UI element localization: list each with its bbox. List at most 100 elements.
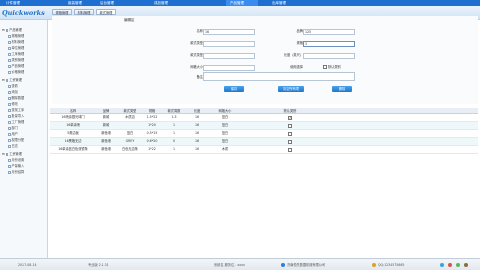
cell-spec: 1.5*22 [146, 115, 158, 119]
sidebar-item-factory[interactable]: 工厂管理 [8, 120, 24, 124]
spec-field[interactable]: 3 [303, 41, 355, 47]
field-label-grid-size: 网格大小 [190, 65, 203, 69]
sidebar-item-add[interactable]: 添加 [8, 90, 18, 94]
style-type-field[interactable] [203, 41, 255, 47]
document-icon [8, 164, 11, 168]
sidebar-item-delete[interactable]: 删除数据 [8, 96, 24, 100]
cell-spec: 1*22 [148, 147, 156, 151]
tab-style-management[interactable]: 款式管理 [96, 9, 116, 15]
cell-style-type: 白色无边条 [122, 147, 138, 151]
document-icon [8, 120, 11, 124]
field-label-style-type: 款式类型 [190, 41, 203, 45]
status-ok-icon[interactable] [456, 263, 460, 267]
row-default-checkbox[interactable] [288, 132, 292, 136]
save-button[interactable]: 保存 [224, 86, 244, 92]
sidebar-item-unit[interactable]: 单位管理 [8, 46, 24, 50]
document-icon [8, 40, 11, 44]
collapse-icon[interactable]: ⊟ [2, 78, 5, 82]
collapse-icon[interactable]: ⊟ [2, 152, 5, 156]
default-category-label: 默认类别 [328, 65, 341, 69]
sidebar-item-month-settlement[interactable]: 月份结算 [8, 170, 24, 174]
table-row[interactable]: 5角边板 新渔港 蓝白 0.5*15 1 16 蓝白 [50, 130, 478, 138]
field-label-remarks: 备注 [196, 75, 203, 79]
sidebar-item-category[interactable]: 类别管理 [8, 58, 24, 62]
delete-button[interactable]: 删除 [332, 86, 352, 92]
length-field[interactable] [303, 53, 355, 59]
sidebar-item-month-settings[interactable]: 月份设置 [8, 158, 24, 162]
cell-brand: 新城 [102, 115, 110, 119]
cell-name: 16喷涂银光球门 [61, 115, 85, 119]
document-icon [8, 102, 11, 106]
cell-brand: 新渔港 [101, 147, 111, 151]
sidebar-group-products[interactable]: ⊟ 产品管理 [2, 28, 22, 32]
sidebar-item-spec[interactable]: 规格管理 [8, 34, 24, 38]
remarks-field[interactable] [203, 72, 355, 81]
sidebar-item-view[interactable]: 查看 [8, 84, 18, 88]
sidebar-item-log[interactable]: 日志 [8, 144, 18, 148]
folder-icon [5, 152, 9, 156]
style-type-field-2[interactable] [203, 53, 255, 59]
cell-spec: 1*20 [148, 123, 156, 127]
sidebar-group-wages[interactable]: ⊟ 工资管理 [2, 78, 22, 82]
cell-style-type: GREY [125, 139, 135, 143]
cell-length: 16 [194, 147, 200, 151]
sidebar-item-output-input[interactable]: 产量输入 [8, 164, 24, 168]
tab-material-management[interactable]: 材料管理 [74, 9, 94, 15]
clear-all-button[interactable]: 清空所有项 [278, 86, 304, 92]
brand-field[interactable]: 125 [303, 29, 355, 35]
sidebar-item-users[interactable]: 用户 [8, 132, 18, 136]
grid-size-field[interactable] [203, 65, 255, 71]
settings-icon[interactable] [464, 263, 468, 267]
field-label-style-type-2: 款式类型 [190, 53, 203, 57]
row-default-checkbox[interactable] [288, 148, 292, 152]
document-icon [8, 84, 11, 88]
cell-spec: 0.6*20 [146, 139, 158, 143]
sidebar-group-wage-mgmt[interactable]: ⊟ 工资管理 [2, 152, 22, 156]
sidebar-item-material[interactable]: 材料管理 [8, 40, 24, 44]
sidebar-item-permissions[interactable]: 权限分配 [8, 138, 24, 142]
table-row[interactable]: 16单涂蓝白色双镜条 新渔港 白色无边条 1*22 1 16 木质 [50, 146, 478, 154]
folder-icon [5, 78, 9, 82]
sidebar-item-price[interactable]: 价格管理 [8, 70, 24, 74]
sidebar-item-edit[interactable]: 修改 [8, 102, 18, 106]
status-company: 济南恒先数据机械有限公司 [287, 263, 326, 267]
cell-grid-size: 蓝白 [221, 123, 229, 127]
document-icon [8, 126, 11, 130]
sidebar-item-import[interactable]: 批量导入 [8, 114, 24, 118]
edit-panel [52, 16, 478, 104]
field-label-length: 长度（英尺） [283, 53, 303, 57]
field-label-usage: 使用选择 [290, 65, 303, 69]
document-icon [8, 70, 11, 74]
cell-style-weeks: 1.5 [171, 115, 177, 119]
sidebar-item-find-process[interactable]: 查找工序 [8, 108, 24, 112]
document-icon [8, 108, 11, 112]
name-field[interactable]: 16 [203, 29, 255, 35]
sidebar-item-product[interactable]: 产品管理 [8, 64, 24, 68]
status-date: 2017-08-14 [18, 263, 37, 267]
document-icon [8, 58, 11, 62]
row-default-checkbox[interactable] [288, 124, 292, 128]
table-row[interactable]: 16单涂喷 新城 1*20 1 16 蓝白 [50, 122, 478, 130]
row-default-checkbox[interactable] [288, 140, 292, 144]
sidebar-tree: ⊟ 产品管理 规格管理 材料管理 单位管理 工序管理 类别管理 产品管理 价格管理… [0, 20, 48, 258]
cell-brand: 新城 [102, 123, 110, 127]
cell-name: 16单涂蓝白色双镜条 [58, 147, 88, 151]
document-icon [8, 90, 11, 94]
collapse-icon[interactable]: ⊟ [2, 28, 5, 32]
cell-grid-size: 木质 [221, 147, 229, 151]
document-icon [8, 96, 11, 100]
row-default-checkbox[interactable] [288, 116, 292, 120]
alert-icon[interactable] [448, 263, 452, 267]
default-category-checkbox[interactable] [323, 65, 327, 69]
document-icon [8, 52, 11, 56]
tab-spec-management[interactable]: 规格管理 [52, 9, 72, 15]
sidebar-item-process[interactable]: 工序管理 [8, 52, 24, 56]
cell-length: 16 [194, 139, 200, 143]
table-row[interactable]: 16喷涂银光球门 新城 木质边 1.5*22 1.5 16 蓝白 [50, 114, 478, 122]
field-label-spec: 规格 [296, 41, 303, 45]
sidebar-item-department[interactable]: 部门 [8, 126, 18, 130]
app-logo: Quickworks [2, 9, 45, 17]
network-icon[interactable] [440, 263, 444, 267]
table-row[interactable]: 16黑格无边 新渔港 GREY 0.6*20 0 16 蓝白 [50, 138, 478, 146]
cell-grid-size: 蓝白 [221, 115, 229, 119]
